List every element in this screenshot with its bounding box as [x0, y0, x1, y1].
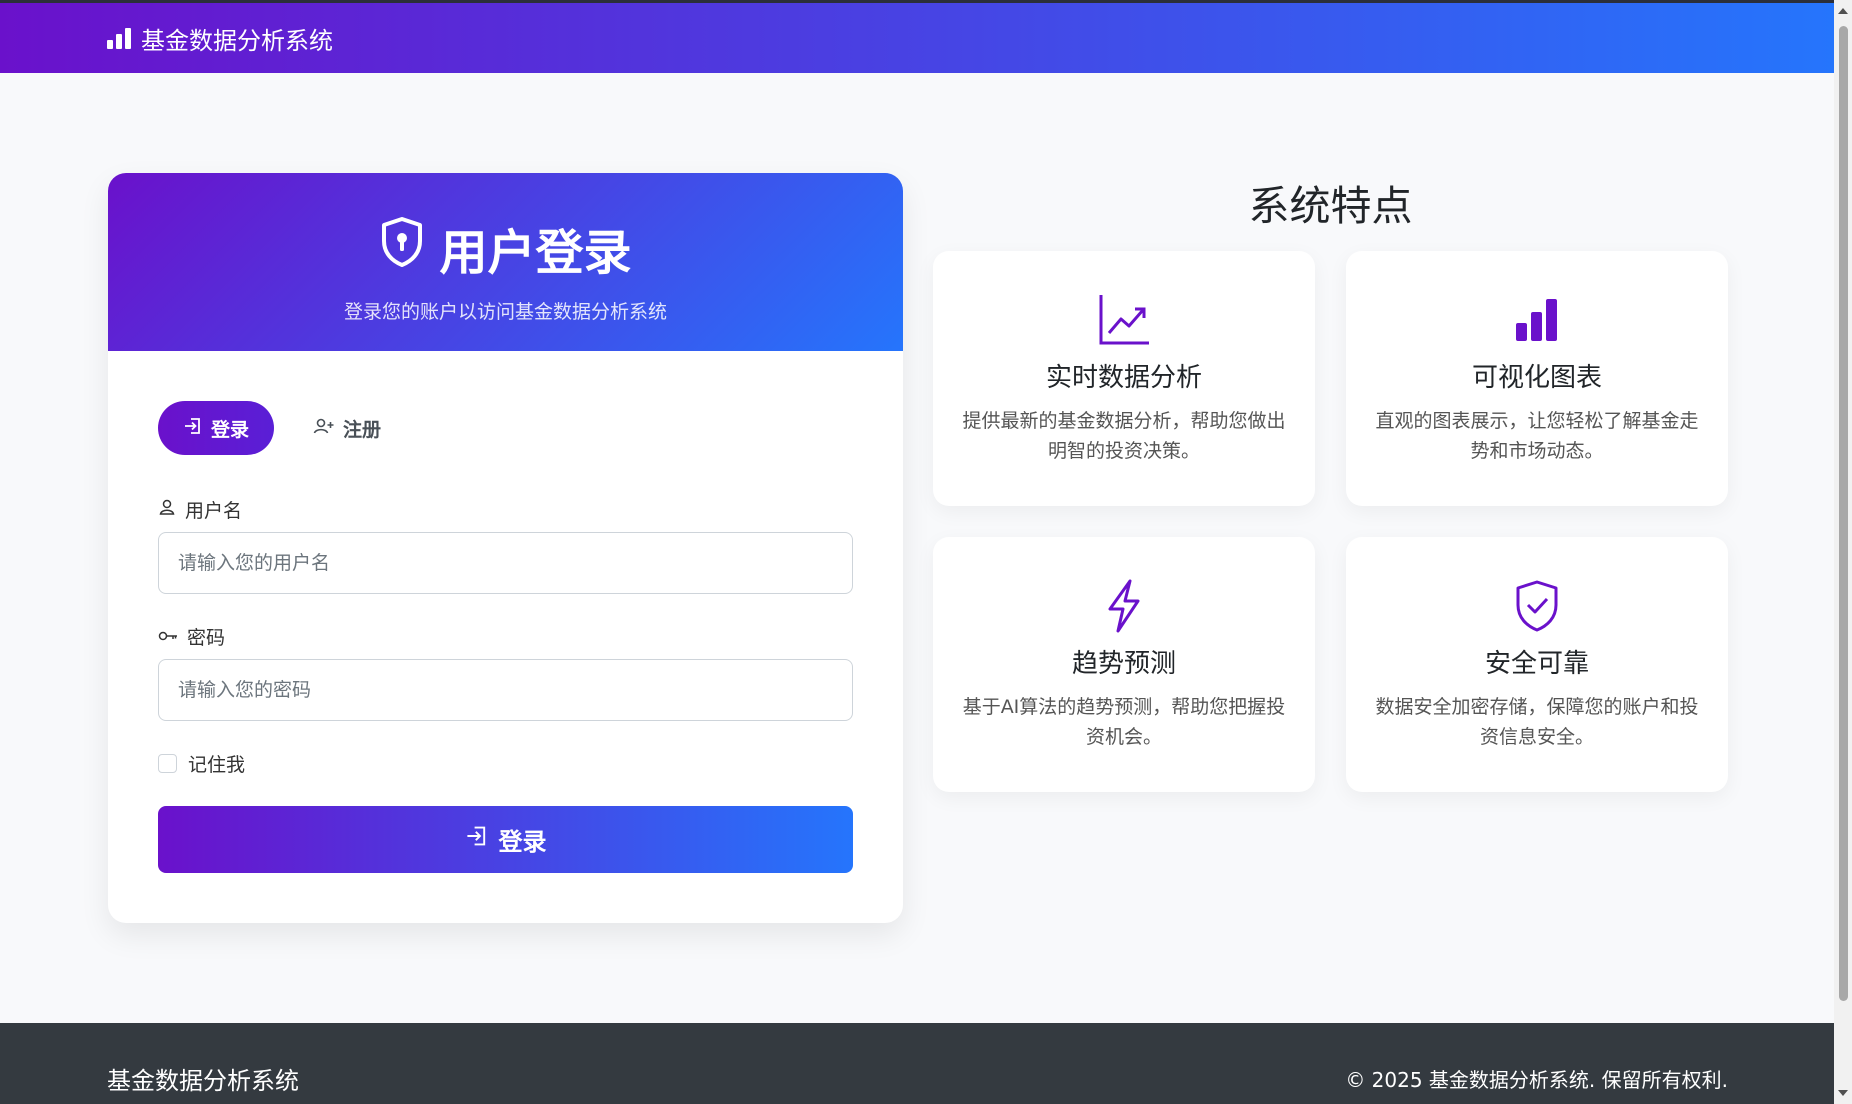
feature-card-realtime: 实时数据分析 提供最新的基金数据分析，帮助您做出明智的投资决策。 — [933, 251, 1315, 506]
tab-login-label: 登录 — [211, 418, 250, 441]
auth-tabs: 登录 注册 — [158, 401, 406, 455]
feature-desc: 数据安全加密存储，保障您的账户和投资信息安全。 — [1375, 696, 1699, 748]
footer-copyright: © 2025 基金数据分析系统. 保留所有权利. — [1345, 1068, 1728, 1092]
feature-card-charts: 可视化图表 直观的图表展示，让您轻松了解基金走势和市场动态。 — [1346, 251, 1728, 506]
user-icon — [158, 498, 176, 521]
lightning-icon — [933, 579, 1315, 633]
feature-desc: 提供最新的基金数据分析，帮助您做出明智的投资决策。 — [962, 410, 1286, 462]
feature-desc: 基于AI算法的趋势预测，帮助您把握投资机会。 — [962, 696, 1286, 748]
login-card: 用户登录 登录您的账户以访问基金数据分析系统 登录 注册 用户名 请输入您的用户… — [108, 173, 903, 923]
login-header: 用户登录 登录您的账户以访问基金数据分析系统 — [108, 173, 903, 351]
tab-register[interactable]: 注册 — [288, 401, 406, 455]
shield-check-icon — [1346, 579, 1728, 633]
bar-chart-icon — [1346, 293, 1728, 347]
tab-login[interactable]: 登录 — [158, 401, 275, 455]
remember-me[interactable]: 记住我 — [158, 750, 245, 777]
login-icon — [183, 416, 203, 441]
login-subtitle: 登录您的账户以访问基金数据分析系统 — [343, 301, 667, 323]
password-label: 密码 — [158, 623, 225, 650]
vertical-scrollbar[interactable] — [1834, 0, 1852, 1104]
feature-card-security: 安全可靠 数据安全加密存储，保障您的账户和投资信息安全。 — [1346, 537, 1728, 792]
key-icon — [158, 626, 178, 648]
username-input[interactable] — [158, 532, 853, 594]
username-label-text: 用户名 — [185, 500, 243, 522]
shield-lock-icon — [379, 216, 425, 280]
top-navbar: 基金数据分析系统 — [0, 0, 1834, 73]
feature-desc: 直观的图表展示，让您轻松了解基金走势和市场动态。 — [1375, 410, 1699, 462]
feature-title: 实时数据分析 — [1045, 363, 1202, 393]
line-chart-icon — [933, 293, 1315, 347]
scrollbar-thumb[interactable] — [1839, 26, 1848, 1001]
scroll-up-arrow-icon[interactable] — [1838, 8, 1848, 14]
username-label: 用户名 — [158, 496, 242, 523]
brand-name: 基金数据分析系统 — [141, 26, 333, 55]
login-submit-label: 登录 — [498, 829, 547, 856]
remember-checkbox[interactable] — [158, 754, 177, 773]
feature-title: 可视化图表 — [1471, 363, 1602, 393]
feature-card-forecast: 趋势预测 基于AI算法的趋势预测，帮助您把握投资机会。 — [933, 537, 1315, 792]
login-icon — [465, 824, 489, 855]
login-title-text: 用户登录 — [439, 225, 632, 281]
feature-title: 趋势预测 — [1071, 649, 1176, 679]
login-submit-button[interactable]: 登录 — [158, 806, 853, 873]
tab-register-label: 注册 — [343, 418, 382, 441]
footer: 基金数据分析系统 © 2025 基金数据分析系统. 保留所有权利. — [0, 1023, 1834, 1104]
footer-brand: 基金数据分析系统 — [107, 1067, 299, 1095]
user-plus-icon — [313, 416, 335, 441]
remember-label: 记住我 — [188, 754, 246, 776]
page: 基金数据分析系统 用户登录 登录您的账户以访问基金数据分析系统 登录 注册 用户… — [0, 0, 1834, 1104]
password-label-text: 密码 — [187, 627, 226, 649]
feature-title: 安全可靠 — [1484, 649, 1589, 679]
features-title: 系统特点 — [1248, 182, 1413, 230]
password-input[interactable] — [158, 659, 853, 721]
login-title: 用户登录 — [108, 173, 903, 283]
bar-chart-icon — [107, 27, 131, 49]
brand-link[interactable]: 基金数据分析系统 — [107, 3, 333, 73]
scroll-down-arrow-icon[interactable] — [1838, 1090, 1848, 1096]
